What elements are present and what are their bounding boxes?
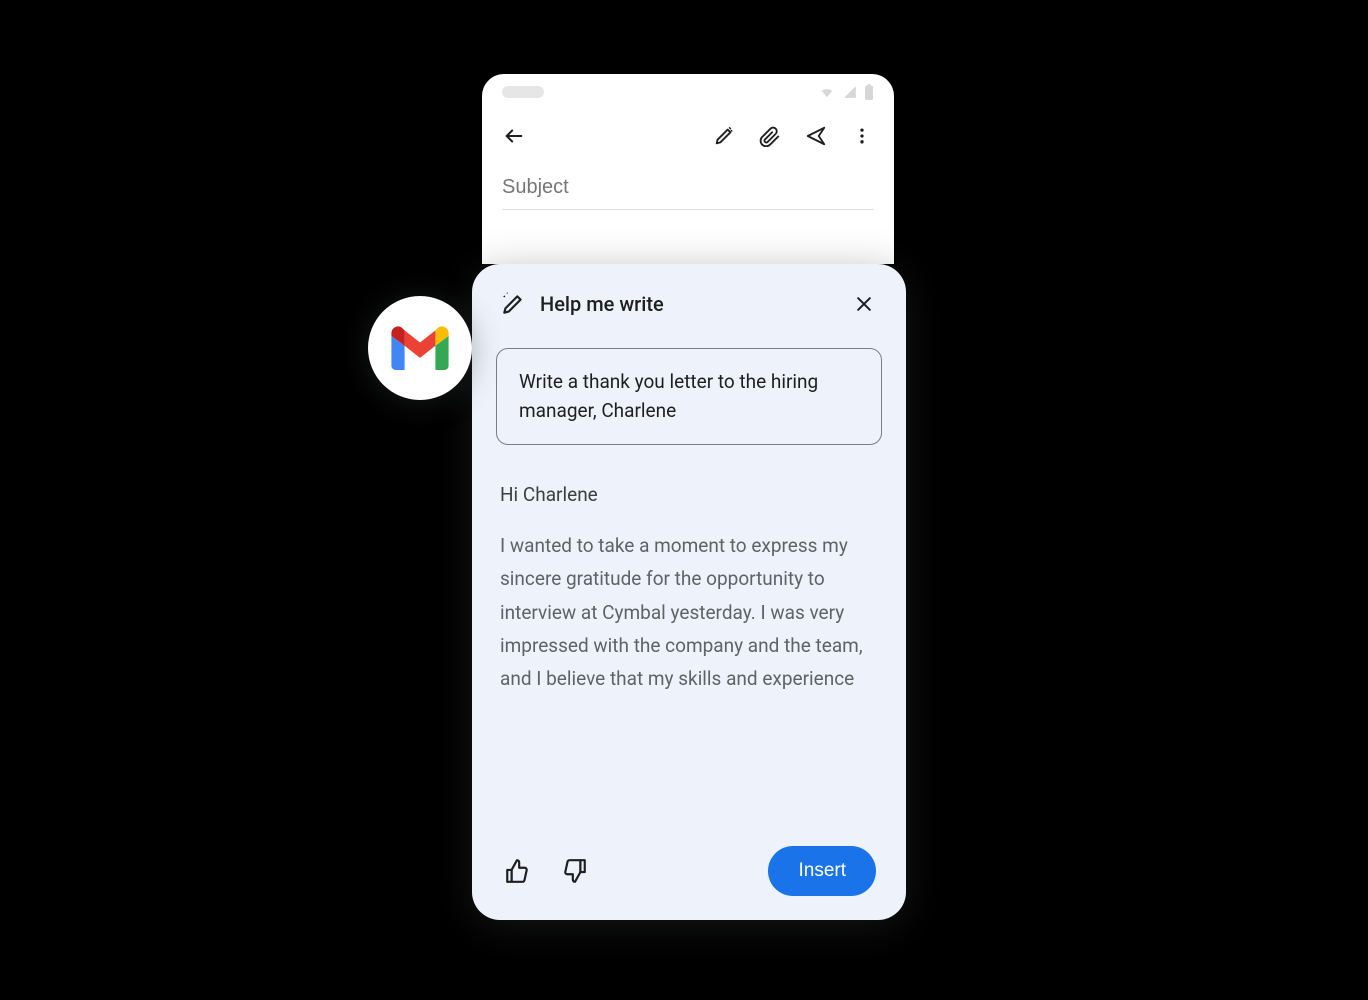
hmw-footer: Insert: [496, 842, 882, 898]
compose-toolbar: [482, 110, 894, 162]
hmw-header: Help me write: [496, 290, 882, 326]
send-icon[interactable]: [804, 124, 828, 148]
magic-pencil-icon: [500, 291, 526, 317]
fade-overlay: [496, 752, 882, 842]
subject-row: [482, 162, 894, 210]
battery-icon: [864, 84, 874, 100]
magic-pencil-icon[interactable]: [712, 124, 736, 148]
thumbs-up-button[interactable]: [502, 856, 532, 886]
generated-greeting: Hi Charlene: [500, 479, 878, 511]
back-arrow-icon[interactable]: [502, 124, 526, 148]
close-button[interactable]: [850, 290, 878, 318]
generated-body: I wanted to take a moment to express my …: [500, 529, 878, 695]
gmail-badge: [368, 296, 472, 400]
signal-icon: [842, 85, 858, 99]
subject-input[interactable]: [502, 176, 874, 210]
gmail-icon: [391, 326, 449, 370]
status-icons: [818, 84, 874, 100]
generated-output: Hi Charlene I wanted to take a moment to…: [496, 479, 882, 842]
feedback-buttons: [502, 856, 590, 886]
more-vert-icon[interactable]: [850, 124, 874, 148]
wifi-icon: [818, 85, 836, 99]
status-bar: [482, 74, 894, 110]
help-me-write-card: Help me write Write a thank you letter t…: [472, 264, 906, 920]
phone-compose-frame: [482, 74, 894, 264]
attachment-icon[interactable]: [758, 124, 782, 148]
prompt-input[interactable]: Write a thank you letter to the hiring m…: [496, 348, 882, 445]
status-pill: [502, 86, 544, 98]
insert-button[interactable]: Insert: [768, 846, 876, 896]
hmw-title: Help me write: [540, 292, 836, 316]
thumbs-down-button[interactable]: [560, 856, 590, 886]
